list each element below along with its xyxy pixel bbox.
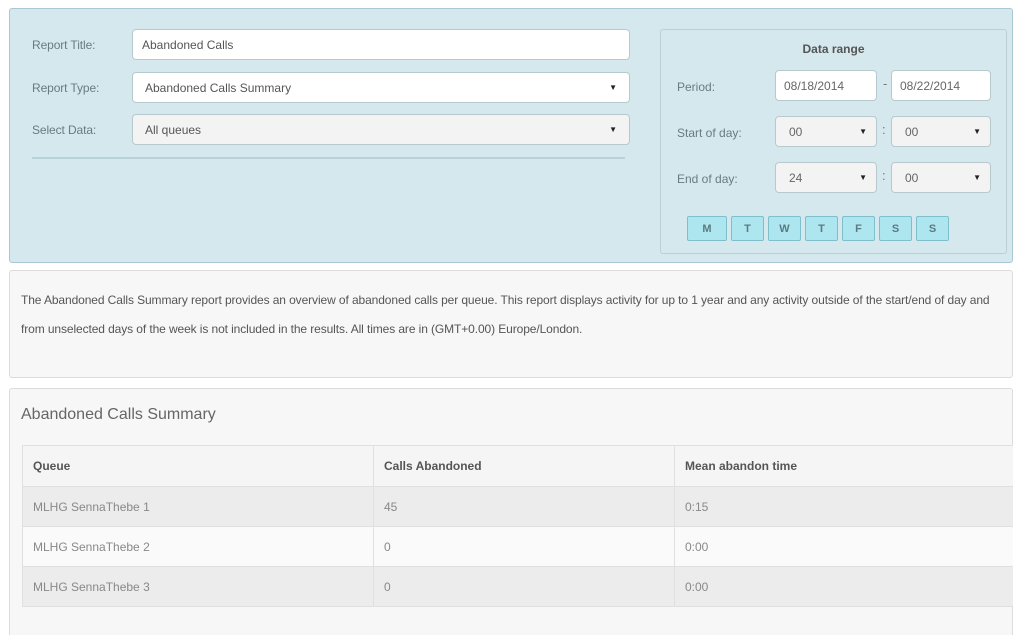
- column-header-queue[interactable]: Queue: [22, 445, 374, 487]
- mean-abandon-time-cell: 0:00: [674, 526, 1013, 567]
- data-range-title: Data range: [802, 42, 865, 56]
- period-separator: -: [883, 76, 888, 91]
- select-data-value: All queues: [145, 122, 202, 137]
- column-header-mean-abandon-time[interactable]: Mean abandon time: [674, 445, 1013, 487]
- data-range-box: Data range Period: 08/18/2014 - 08/22/20…: [660, 29, 1007, 254]
- day-toggle-saturday[interactable]: S: [879, 216, 912, 241]
- end-hour-select[interactable]: 24 ▼: [775, 162, 877, 193]
- report-type-row: Report Type: Abandoned Calls Summary ▼: [32, 72, 630, 103]
- report-description-panel: The Abandoned Calls Summary report provi…: [9, 270, 1013, 378]
- chevron-down-icon: ▼: [973, 173, 981, 182]
- column-header-calls-abandoned[interactable]: Calls Abandoned: [373, 445, 675, 487]
- report-type-select[interactable]: Abandoned Calls Summary ▼: [132, 72, 630, 103]
- period-label: Period:: [677, 80, 716, 94]
- queue-cell: MLHG SennaThebe 3: [22, 566, 374, 607]
- form-divider: [32, 157, 625, 159]
- end-of-day-label: End of day:: [677, 172, 738, 186]
- queue-cell: MLHG SennaThebe 1: [22, 486, 374, 527]
- day-toggle-monday[interactable]: M: [687, 216, 727, 241]
- end-time-separator: :: [882, 168, 886, 183]
- report-type-value: Abandoned Calls Summary: [145, 80, 292, 95]
- report-title-label: Report Title:: [32, 37, 96, 52]
- day-toggle-thursday[interactable]: T: [805, 216, 838, 241]
- chevron-down-icon: ▼: [859, 127, 867, 136]
- select-data-select[interactable]: All queues ▼: [132, 114, 630, 145]
- chevron-down-icon: ▼: [973, 127, 981, 136]
- day-toggle-sunday[interactable]: S: [916, 216, 949, 241]
- start-hour-select[interactable]: 00 ▼: [775, 116, 877, 147]
- end-hour-value: 24: [789, 170, 803, 185]
- period-start-input[interactable]: 08/18/2014: [775, 70, 877, 101]
- start-time-separator: :: [882, 122, 886, 137]
- period-end-input[interactable]: 08/22/2014: [891, 70, 991, 101]
- chevron-down-icon: ▼: [609, 125, 617, 134]
- weekday-toggle-group: M T W T F S S: [687, 216, 949, 241]
- mean-abandon-time-cell: 0:15: [674, 486, 1013, 527]
- start-minute-value: 00: [905, 124, 919, 139]
- summary-title: Abandoned Calls Summary: [21, 406, 216, 423]
- report-description-text: The Abandoned Calls Summary report provi…: [21, 293, 990, 336]
- calls-abandoned-cell: 0: [373, 526, 675, 567]
- report-title-input[interactable]: Abandoned Calls: [132, 29, 630, 60]
- day-toggle-friday[interactable]: F: [842, 216, 875, 241]
- end-minute-select[interactable]: 00 ▼: [891, 162, 991, 193]
- table-row: MLHG SennaThebe 2 0 0:00: [22, 526, 1013, 567]
- summary-table: Queue Calls Abandoned Mean abandon time …: [22, 445, 1013, 607]
- start-of-day-label: Start of day:: [677, 126, 742, 140]
- day-toggle-tuesday[interactable]: T: [731, 216, 764, 241]
- chevron-down-icon: ▼: [609, 83, 617, 92]
- select-data-label: Select Data:: [32, 122, 97, 137]
- summary-panel: Abandoned Calls Summary Queue Calls Aban…: [9, 388, 1013, 635]
- queue-cell: MLHG SennaThebe 2: [22, 526, 374, 567]
- start-minute-select[interactable]: 00 ▼: [891, 116, 991, 147]
- table-header-row: Queue Calls Abandoned Mean abandon time: [22, 445, 1013, 487]
- report-type-label: Report Type:: [32, 80, 100, 95]
- mean-abandon-time-cell: 0:00: [674, 566, 1013, 607]
- start-hour-value: 00: [789, 124, 803, 139]
- calls-abandoned-cell: 45: [373, 486, 675, 527]
- table-row: MLHG SennaThebe 3 0 0:00: [22, 566, 1013, 607]
- table-row: MLHG SennaThebe 1 45 0:15: [22, 486, 1013, 527]
- chevron-down-icon: ▼: [859, 173, 867, 182]
- end-minute-value: 00: [905, 170, 919, 185]
- report-title-row: Report Title: Abandoned Calls: [32, 29, 630, 60]
- calls-abandoned-cell: 0: [373, 566, 675, 607]
- report-config-panel: Report Title: Abandoned Calls Report Typ…: [9, 8, 1013, 263]
- select-data-row: Select Data: All queues ▼: [32, 114, 630, 145]
- day-toggle-wednesday[interactable]: W: [768, 216, 801, 241]
